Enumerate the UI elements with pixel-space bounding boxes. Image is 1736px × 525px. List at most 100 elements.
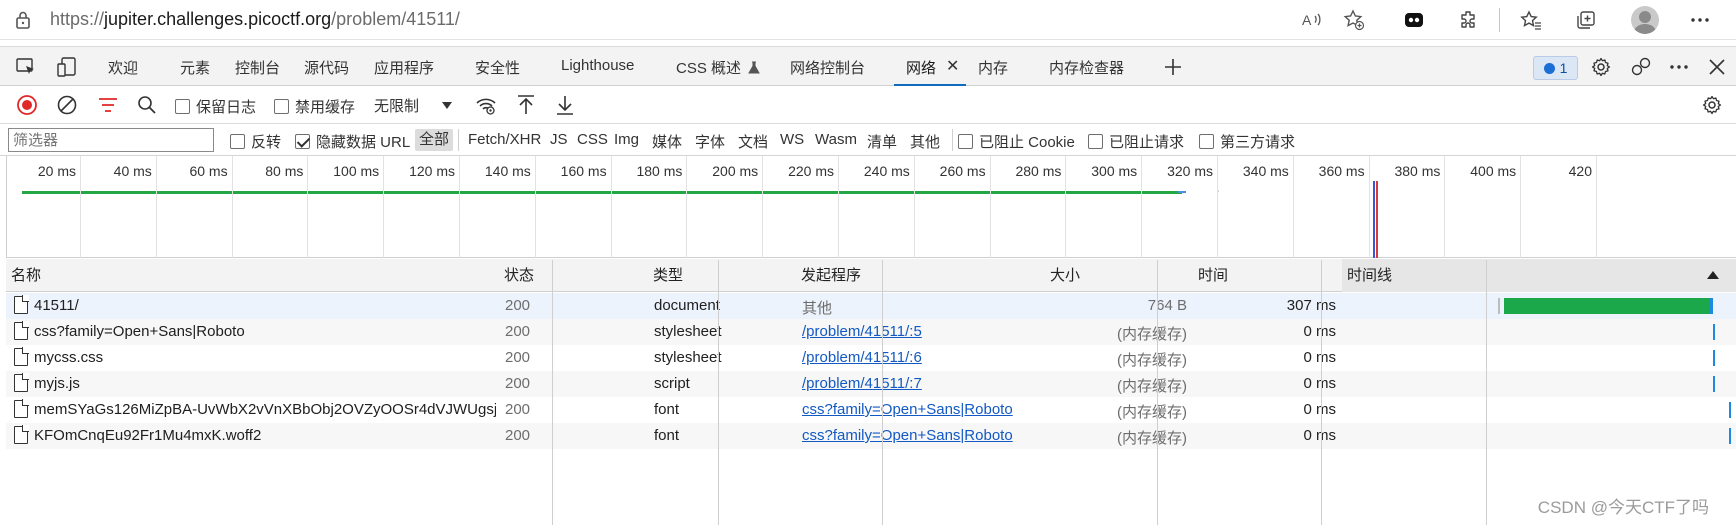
invert-checkbox[interactable]: 反转 bbox=[230, 131, 281, 152]
file-icon bbox=[14, 373, 29, 392]
search-icon[interactable] bbox=[135, 93, 159, 117]
tab-sources[interactable]: 源代码 bbox=[304, 57, 349, 78]
filter-type-wasm[interactable]: Wasm bbox=[815, 131, 857, 148]
request-initiator: 其他 bbox=[802, 300, 833, 317]
collections-icon[interactable] bbox=[1574, 8, 1598, 32]
table-row[interactable]: 41511/200 document 其他 764 B 307 ms bbox=[6, 293, 1736, 319]
timeline-overview[interactable]: 20 ms 40 ms 60 ms 80 ms 100 ms 120 ms 140 ms 16… bbox=[6, 156, 1736, 258]
request-name[interactable]: css?family=Open+Sans|Roboto bbox=[34, 323, 496, 340]
clear-log-icon[interactable] bbox=[55, 93, 79, 117]
request-status: 200 bbox=[505, 297, 531, 314]
tab-css-overview[interactable]: CSS 概述 bbox=[676, 57, 761, 78]
table-row[interactable]: css?family=Open+Sans|Roboto 200 stylesheet… bbox=[6, 319, 1736, 345]
request-initiator[interactable]: /problem/41511/:7 bbox=[802, 375, 1042, 392]
settings-gear-icon[interactable] bbox=[1589, 55, 1613, 79]
record-stop-icon[interactable] bbox=[15, 93, 39, 117]
filter-type-ws[interactable]: WS bbox=[780, 131, 804, 148]
filter-type-other[interactable]: 其他 bbox=[910, 131, 940, 152]
tab-network[interactable]: 网络 bbox=[906, 57, 936, 78]
request-initiator[interactable]: css?family=Open+Sans|Roboto bbox=[802, 427, 1042, 444]
close-devtools-icon[interactable] bbox=[1705, 55, 1729, 79]
filter-type-css[interactable]: CSS bbox=[577, 131, 608, 148]
filter-icon[interactable] bbox=[96, 93, 120, 117]
more-menu-icon[interactable] bbox=[1688, 8, 1712, 32]
filter-input[interactable] bbox=[8, 128, 214, 152]
tab-application[interactable]: 应用程序 bbox=[374, 57, 434, 78]
import-har-icon[interactable] bbox=[514, 93, 538, 117]
filter-type-fetch-xhr[interactable]: Fetch/XHR bbox=[468, 131, 541, 148]
favorites-icon[interactable] bbox=[1519, 8, 1543, 32]
network-conditions-icon[interactable] bbox=[474, 93, 498, 117]
tab-lighthouse[interactable]: Lighthouse bbox=[561, 57, 634, 74]
filter-type-all[interactable]: 全部 bbox=[415, 129, 454, 151]
filter-type-doc[interactable]: 文档 bbox=[738, 131, 768, 152]
request-name[interactable]: myjs.js bbox=[34, 375, 496, 392]
url-field[interactable]: https://jupiter.challenges.picoctf.org/p… bbox=[50, 9, 460, 30]
extensions-icon[interactable] bbox=[1457, 8, 1481, 32]
throttling-select[interactable]: 无限制 bbox=[365, 92, 460, 118]
column-header-name[interactable]: 名称 bbox=[6, 259, 498, 292]
table-row[interactable]: memSYaGs126MiZpBA-UvWbX2vVnXBbObj2OVZyOO… bbox=[6, 397, 1736, 423]
tab-memory-inspector[interactable]: 内存检查器 bbox=[1049, 57, 1124, 78]
blocked-cookies-checkbox[interactable]: 已阻止 Cookie bbox=[958, 131, 1075, 152]
table-row[interactable]: KFOmCnqEu92Fr1Mu4mxK.woff2 200 font css?fam… bbox=[6, 423, 1736, 449]
column-divider[interactable] bbox=[882, 260, 883, 525]
device-emulation-icon[interactable] bbox=[55, 55, 79, 79]
preserve-log-checkbox[interactable]: 保留日志 bbox=[175, 96, 256, 117]
request-initiator[interactable]: css?family=Open+Sans|Roboto bbox=[802, 401, 1042, 418]
tab-elements[interactable]: 元素 bbox=[180, 57, 210, 78]
column-divider[interactable] bbox=[552, 260, 553, 525]
read-aloud-icon[interactable]: A bbox=[1300, 8, 1324, 32]
blocked-requests-checkbox[interactable]: 已阻止请求 bbox=[1088, 131, 1184, 152]
dom-content-loaded-line bbox=[1373, 181, 1375, 258]
devtools-more-icon[interactable] bbox=[1667, 55, 1691, 79]
hide-data-urls-checkbox[interactable]: 隐藏数据 URL bbox=[295, 131, 410, 152]
filter-type-js[interactable]: JS bbox=[550, 131, 568, 148]
column-header-status[interactable]: 状态 bbox=[499, 259, 647, 292]
issues-badge[interactable]: 1 bbox=[1533, 56, 1578, 80]
waterfall-bar bbox=[1729, 402, 1731, 418]
feedback-icon[interactable] bbox=[1629, 55, 1653, 79]
table-row[interactable]: mycss.css 200 stylesheet/problem/41511/:6 (… bbox=[6, 345, 1736, 371]
close-tab-icon[interactable]: ✕ bbox=[946, 56, 959, 76]
third-party-checkbox[interactable]: 第三方请求 bbox=[1199, 131, 1295, 152]
lock-icon[interactable] bbox=[14, 10, 32, 30]
column-divider[interactable] bbox=[1321, 260, 1322, 525]
filter-type-manifest[interactable]: 清单 bbox=[867, 131, 897, 152]
column-divider[interactable] bbox=[718, 260, 719, 525]
request-name[interactable]: 41511/ bbox=[34, 297, 496, 314]
tab-security[interactable]: 安全性 bbox=[475, 57, 520, 78]
request-name[interactable]: mycss.css bbox=[34, 349, 496, 366]
disable-cache-checkbox[interactable]: 禁用缓存 bbox=[274, 96, 355, 117]
tab-welcome[interactable]: 欢迎 bbox=[108, 57, 138, 78]
tab-memory[interactable]: 内存 bbox=[978, 57, 1008, 78]
request-initiator[interactable]: /problem/41511/:5 bbox=[802, 323, 1042, 340]
filter-type-media[interactable]: 媒体 bbox=[652, 131, 682, 152]
request-name[interactable]: memSYaGs126MiZpBA-UvWbX2vVnXBbObj2OVZyOO… bbox=[34, 401, 496, 418]
inspect-element-icon[interactable] bbox=[14, 55, 38, 79]
request-status: 200 bbox=[505, 349, 531, 366]
filter-type-font[interactable]: 字体 bbox=[695, 131, 725, 152]
request-name[interactable]: KFOmCnqEu92Fr1Mu4mxK.woff2 bbox=[34, 427, 496, 444]
column-header-type[interactable]: 类型 bbox=[648, 259, 795, 292]
column-divider[interactable] bbox=[1486, 260, 1487, 525]
more-tools-plus-icon[interactable] bbox=[1161, 55, 1185, 79]
extension-app-icon[interactable] bbox=[1402, 8, 1426, 32]
table-row[interactable]: myjs.js 200 script/problem/41511/:7 (内存缓存) 0… bbox=[6, 371, 1736, 397]
add-favorite-icon[interactable] bbox=[1342, 8, 1366, 32]
column-header-time[interactable]: 时间 bbox=[1193, 259, 1341, 292]
overview-tick-label: 100 ms bbox=[333, 163, 380, 179]
filter-type-img[interactable]: Img bbox=[614, 131, 639, 148]
column-header-size[interactable]: 大小 bbox=[1045, 259, 1192, 292]
tab-console[interactable]: 控制台 bbox=[235, 57, 280, 78]
sort-ascending-icon[interactable] bbox=[1707, 271, 1719, 279]
issues-count: 1 bbox=[1559, 60, 1568, 76]
tab-network-console[interactable]: 网络控制台 bbox=[790, 57, 865, 78]
request-initiator[interactable]: /problem/41511/:6 bbox=[802, 349, 1042, 366]
network-settings-gear-icon[interactable] bbox=[1700, 93, 1724, 117]
column-header-waterfall[interactable]: 时间线 bbox=[1342, 259, 1736, 292]
column-divider[interactable] bbox=[1157, 260, 1158, 525]
profile-avatar[interactable] bbox=[1631, 6, 1659, 34]
export-har-icon[interactable] bbox=[553, 93, 577, 117]
column-header-initiator[interactable]: 发起程序 bbox=[796, 259, 1044, 292]
